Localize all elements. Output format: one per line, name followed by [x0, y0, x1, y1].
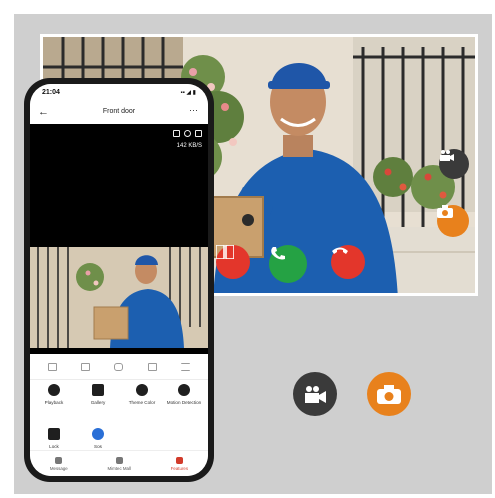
gallery-icon — [92, 384, 104, 396]
feature-label: Motion Detection — [166, 400, 202, 405]
expand-icon[interactable] — [48, 362, 58, 371]
nav-label: Mimtec Mall — [107, 465, 131, 471]
hang-up-button[interactable] — [331, 245, 365, 279]
page-title: Front door — [102, 108, 136, 115]
palette-icon — [136, 384, 148, 396]
app-screen: 21:04 ▪▪ ◢ ▮ ← Front door ··· 142 KB/S P… — [30, 84, 208, 476]
status-time: 21:04 — [42, 89, 60, 96]
live-video-panel: 142 KB/S — [30, 124, 208, 354]
nav-mall[interactable]: Mimtec Mall — [107, 456, 131, 471]
nav-label: Message — [49, 465, 68, 471]
more-options-icon[interactable]: ··· — [189, 105, 198, 115]
video-controls — [30, 354, 208, 380]
feature-label: Sos — [94, 444, 102, 449]
sos-icon — [92, 428, 104, 440]
feature-sos[interactable]: Sos — [78, 428, 118, 450]
screenshot-icon[interactable] — [81, 362, 91, 371]
camera-icon — [367, 372, 411, 416]
feature-label: Gallery — [90, 400, 106, 405]
bottom-navigation: Message Mimtec Mall Features — [30, 450, 208, 476]
feature-label: Playback — [44, 400, 64, 405]
feature-label: Theme Color — [128, 400, 156, 405]
answer-call-button[interactable] — [269, 245, 307, 283]
nav-features[interactable]: Features — [170, 456, 189, 471]
record-icon[interactable] — [147, 362, 157, 371]
bitrate-label: 142 KB/S — [176, 143, 202, 149]
play-icon — [48, 384, 60, 396]
nav-label: Features — [170, 465, 189, 471]
snapshot-icon[interactable] — [173, 130, 180, 137]
motion-icon — [178, 384, 190, 396]
door-unlock-button[interactable] — [216, 245, 250, 279]
smartphone: 21:04 ▪▪ ◢ ▮ ← Front door ··· 142 KB/S P… — [24, 78, 214, 482]
fullscreen-icon[interactable] — [195, 130, 202, 137]
feature-motion-detection[interactable]: Motion Detection — [164, 384, 204, 406]
feature-playback[interactable]: Playback — [34, 384, 74, 406]
nav-message[interactable]: Message — [49, 456, 68, 471]
app-header: ← Front door ··· — [30, 102, 208, 124]
cart-icon — [115, 456, 123, 464]
signal-battery-icon: ▪▪ ◢ ▮ — [180, 90, 196, 96]
feature-theme-color[interactable]: Theme Color — [122, 384, 162, 406]
feature-label: Lock — [49, 444, 59, 449]
video-call-icon — [293, 372, 337, 416]
lock-icon — [48, 428, 60, 440]
live-video-frame — [30, 247, 208, 348]
feature-grid: Playback Gallery Theme Color Motion Dete… — [30, 384, 208, 454]
feature-lock[interactable]: Lock — [34, 428, 74, 450]
status-bar: 21:04 ▪▪ ◢ ▮ — [30, 84, 208, 102]
menu-icon[interactable] — [180, 362, 190, 371]
feature-gallery[interactable]: Gallery — [78, 384, 118, 406]
settings-icon[interactable] — [184, 130, 191, 137]
message-icon — [55, 456, 63, 464]
phone-icon[interactable] — [114, 362, 124, 371]
video-toolbar — [173, 130, 202, 137]
video-call-icon[interactable] — [439, 149, 469, 179]
features-icon — [175, 456, 183, 464]
camera-icon[interactable] — [437, 205, 469, 237]
product-image: 21:04 ▪▪ ◢ ▮ ← Front door ··· 142 KB/S P… — [0, 0, 495, 498]
